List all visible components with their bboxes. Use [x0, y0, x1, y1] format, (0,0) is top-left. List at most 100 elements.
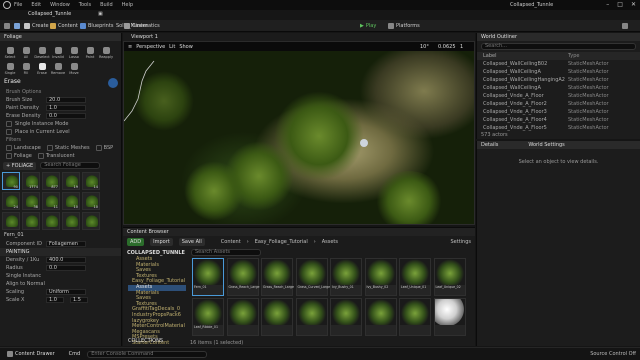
single-instance-row[interactable]: Single Instance Mode: [0, 120, 121, 128]
cmd-button[interactable]: Cmd: [66, 350, 84, 358]
foliage-type-thumb[interactable]: [2, 212, 20, 230]
platforms-button[interactable]: Platforms: [388, 23, 420, 29]
scale-max-input[interactable]: 1.5: [70, 297, 88, 303]
outliner-row[interactable]: Collapsed_Vnde_A_Floor3 StaticMeshActor: [477, 108, 640, 116]
mode-select[interactable]: Select: [2, 43, 18, 59]
foliage-type-thumb[interactable]: 1774: [22, 172, 40, 190]
menu-help[interactable]: Help: [122, 2, 133, 8]
create-button[interactable]: Create: [24, 23, 49, 29]
asset-tile[interactable]: Ivy_Bushy_01: [330, 258, 362, 296]
mode-erase[interactable]: Erase: [34, 59, 50, 75]
foliage-search-input[interactable]: Search Foliage: [40, 162, 101, 169]
hamburger-icon[interactable]: ≡: [128, 44, 132, 50]
menu-build[interactable]: Build: [100, 2, 113, 8]
outliner-row[interactable]: Collapsed_WallCeilingB02 StaticMeshActor: [477, 60, 640, 68]
density-input[interactable]: 400.0: [46, 257, 86, 263]
asset-tile[interactable]: Ivy_Bushy_02: [364, 258, 397, 296]
mode-reapply[interactable]: Reapply: [98, 43, 114, 59]
cinematics-button[interactable]: Cinematics: [124, 23, 160, 29]
show-button[interactable]: Show: [179, 44, 193, 50]
filters-header[interactable]: Filters: [0, 136, 121, 144]
asset-tile[interactable]: Leaf_Unique_01: [399, 258, 431, 296]
asset-tile[interactable]: [399, 298, 431, 336]
menu-edit[interactable]: Edit: [31, 2, 41, 8]
path-assets[interactable]: Assets: [322, 239, 338, 245]
asset-tile[interactable]: [433, 298, 466, 336]
component-select[interactable]: Foliagemen: [46, 241, 86, 247]
close-icon[interactable]: ✕: [631, 1, 636, 8]
import-button[interactable]: Import: [150, 238, 173, 246]
map-tab[interactable]: Collapsed_Tunnle: [28, 11, 71, 17]
asset-search-input[interactable]: Search Assets: [191, 249, 261, 256]
foliage-type-thumb[interactable]: 38: [22, 192, 40, 210]
outliner-row[interactable]: Collapsed_WallCeilingA StaticMeshActor: [477, 68, 640, 76]
scaling-select[interactable]: Uniform: [46, 289, 86, 295]
mode-paint[interactable]: Paint: [82, 43, 98, 59]
asset-tile[interactable]: Leaf_Ribble_01: [192, 298, 224, 336]
mode-fill[interactable]: Fill: [18, 59, 34, 75]
outliner-row[interactable]: Collapsed_Vnde_A_Floor StaticMeshActor: [477, 92, 640, 100]
mode-single[interactable]: Single: [2, 59, 18, 75]
details-tab[interactable]: Details: [481, 142, 498, 148]
tree-root[interactable]: COLLAPSED_TUNNLE: [127, 250, 185, 256]
outliner-search-input[interactable]: Search...: [481, 43, 636, 50]
add-foliage-button[interactable]: + FOLIAGE: [3, 161, 37, 170]
mode-all[interactable]: All: [18, 43, 34, 59]
maximize-icon[interactable]: □: [617, 1, 623, 8]
asset-tile[interactable]: Grass_Curved_Large: [295, 258, 330, 296]
single-instance-prop-row[interactable]: Single Instanc: [0, 272, 121, 280]
outliner-row[interactable]: Collapsed_Vnde_A_Floor2 StaticMeshActor: [477, 100, 640, 108]
outliner-row[interactable]: Collapsed_Vnde_A_Floor5 StaticMeshActor: [477, 124, 640, 132]
scale-min-input[interactable]: 1.0: [46, 297, 64, 303]
content-drawer-button[interactable]: Content Drawer: [4, 350, 58, 358]
erase-density-input[interactable]: 0.0: [46, 113, 86, 119]
add-button[interactable]: ADD: [127, 238, 145, 246]
play-button[interactable]: ▶ Play: [360, 23, 376, 29]
lit-button[interactable]: Lit: [169, 44, 175, 50]
foliage-type-thumb[interactable]: [82, 212, 100, 230]
world-settings-tab[interactable]: World Settings: [528, 142, 564, 148]
foliage-type-thumb[interactable]: [62, 212, 80, 230]
bsp-checkbox[interactable]: [95, 145, 102, 151]
perspective-button[interactable]: Perspective: [136, 44, 165, 50]
align-normal-row[interactable]: Align to Normal: [0, 280, 121, 288]
light-icon[interactable]: [360, 139, 368, 147]
source-control-status[interactable]: Source Control Off: [590, 351, 636, 357]
menu-tools[interactable]: Tools: [79, 2, 91, 8]
foliage-checkbox[interactable]: [6, 153, 12, 159]
content-button[interactable]: Content: [50, 23, 78, 29]
collections-header[interactable]: COLLECTIONS: [128, 338, 163, 344]
static-meshes-checkbox[interactable]: [46, 145, 53, 151]
path-content[interactable]: Content: [221, 239, 241, 245]
mode-deselect[interactable]: Deselect: [34, 43, 50, 59]
paint-density-input[interactable]: 1.0: [46, 105, 86, 111]
angle-snap[interactable]: 10°: [420, 44, 429, 50]
outliner-tab[interactable]: World Outliner: [477, 33, 640, 41]
col-type[interactable]: Type: [568, 53, 579, 59]
viewport-tab[interactable]: Viewport 1: [131, 34, 158, 40]
foliage-type-thumb[interactable]: 10: [82, 192, 100, 210]
blueprints-button[interactable]: Blueprints: [80, 23, 113, 29]
outliner-row[interactable]: Collapsed_WallCeilingHangingA2 StaticMesh…: [477, 76, 640, 84]
foliage-type-thumb[interactable]: [22, 212, 40, 230]
outliner-row[interactable]: Collapsed_WallCeilingA StaticMeshActor: [477, 84, 640, 92]
save-all-button[interactable]: Save All: [178, 238, 205, 246]
foliage-type-thumb[interactable]: 14: [82, 172, 100, 190]
foliage-type-thumb[interactable]: 19: [62, 172, 80, 190]
translucent-checkbox[interactable]: [37, 153, 44, 159]
brush-size-input[interactable]: 20.0: [46, 97, 86, 103]
foliage-tab[interactable]: Foliage: [0, 33, 121, 41]
menu-file[interactable]: File: [14, 2, 22, 8]
mode-select-icon[interactable]: [14, 23, 20, 29]
console-input[interactable]: Enter Console Command: [87, 350, 208, 358]
radius-input[interactable]: 0.0: [46, 265, 86, 271]
brush-options-header[interactable]: Brush Options: [0, 88, 121, 96]
outliner-row[interactable]: Collapsed_Vnde_A_Floor4 StaticMeshActor: [477, 116, 640, 124]
foliage-type-thumb[interactable]: 90: [2, 172, 20, 190]
col-label[interactable]: Label: [483, 53, 568, 59]
mode-remove[interactable]: Remove: [50, 59, 66, 75]
asset-tile[interactable]: [330, 298, 362, 336]
foliage-type-thumb[interactable]: 11: [42, 192, 60, 210]
foliage-type-thumb[interactable]: [42, 212, 60, 230]
asset-tile[interactable]: [364, 298, 397, 336]
